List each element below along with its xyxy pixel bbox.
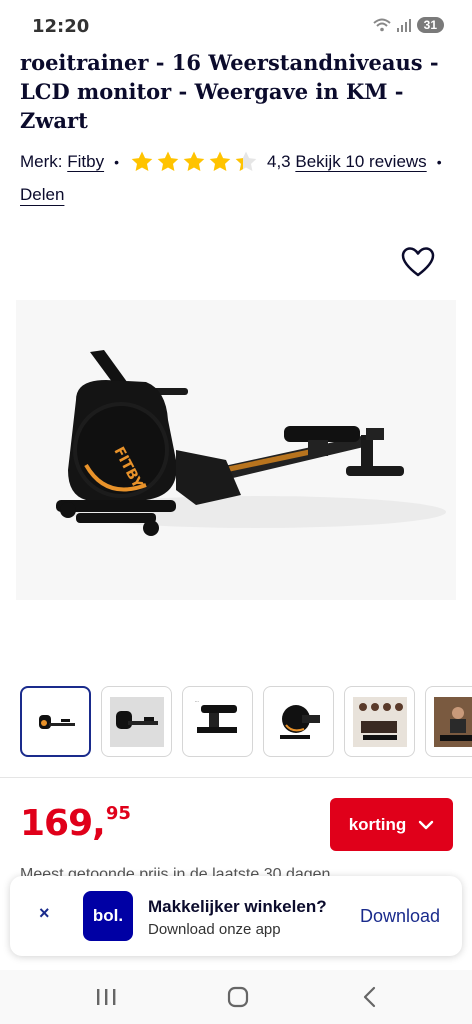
- star-icon: [183, 151, 205, 171]
- star-partial-icon: [235, 151, 257, 171]
- thumbnail-5[interactable]: [344, 686, 415, 757]
- separator-dot: •: [114, 154, 119, 170]
- battery-indicator: 31: [416, 17, 444, 33]
- recent-apps-icon: [97, 989, 116, 1005]
- thumbnail-4[interactable]: [263, 686, 334, 757]
- rating-stars: [129, 150, 259, 174]
- share-link[interactable]: Delen: [20, 185, 64, 205]
- status-time: 12:20: [32, 16, 90, 37]
- star-icon: [209, 151, 231, 171]
- reviews-link[interactable]: Bekijk 10 reviews: [295, 152, 426, 172]
- thumbnail-image: [109, 696, 164, 747]
- back-icon: [363, 986, 376, 1008]
- download-app-button[interactable]: Download: [360, 906, 440, 927]
- heart-icon: [401, 247, 435, 277]
- recent-apps-button[interactable]: [86, 980, 126, 1014]
- product-title: roeitrainer - 16 Weerstandniveaus - LCD …: [20, 50, 439, 133]
- thumbnail-2[interactable]: [101, 686, 172, 757]
- banner-title: Makkelijker winkelen?: [148, 897, 327, 916]
- status-bar: 12:20 31: [0, 0, 472, 46]
- close-banner-button[interactable]: ×: [39, 903, 50, 924]
- back-button[interactable]: [350, 980, 390, 1014]
- svg-text:···: ···: [195, 699, 199, 704]
- star-icon: [131, 151, 153, 171]
- price-integer: 169,: [20, 803, 106, 844]
- signal-icon: [396, 18, 411, 32]
- star-icon: [157, 151, 179, 171]
- price-decimals: 95: [105, 803, 131, 824]
- status-icons: 31: [372, 17, 444, 33]
- korting-label: korting: [348, 814, 407, 834]
- thumbnail-3[interactable]: ···: [182, 686, 253, 757]
- thumbnail-1[interactable]: [20, 686, 91, 757]
- brand-label: Merk:: [20, 152, 63, 171]
- thumbnail-image: [279, 704, 320, 739]
- thumbnail-6[interactable]: [425, 686, 472, 757]
- brand-link[interactable]: Fitby: [67, 152, 104, 172]
- chevron-down-icon: [419, 820, 434, 829]
- korting-button[interactable]: korting: [330, 798, 453, 851]
- price: 169,95: [20, 803, 131, 844]
- banner-subtitle: Download onze app: [148, 921, 281, 938]
- thumbnail-image: [433, 696, 472, 747]
- separator-dot: •: [436, 154, 442, 170]
- thumbnail-image: ···: [195, 699, 237, 733]
- product-meta-row: Merk: Fitby • 4,3 Bekijk 10 reviews •: [20, 150, 460, 174]
- product-image[interactable]: FITBY: [16, 300, 456, 600]
- rowing-machine-image: FITBY: [56, 350, 446, 536]
- section-divider: [0, 777, 472, 778]
- thumbnail-strip[interactable]: ···: [20, 686, 472, 757]
- bol-logo: bol.: [83, 891, 133, 941]
- thumbnail-image: [352, 696, 407, 747]
- system-nav-bar: [0, 970, 472, 1024]
- home-button[interactable]: [218, 980, 258, 1014]
- rating-value: 4,3: [266, 152, 291, 171]
- home-icon: [227, 986, 249, 1008]
- wishlist-button[interactable]: [400, 245, 436, 279]
- thumbnail-image: [38, 714, 75, 729]
- app-download-banner: × bol. Makkelijker winkelen? Download on…: [10, 876, 462, 956]
- wifi-icon: [372, 18, 391, 32]
